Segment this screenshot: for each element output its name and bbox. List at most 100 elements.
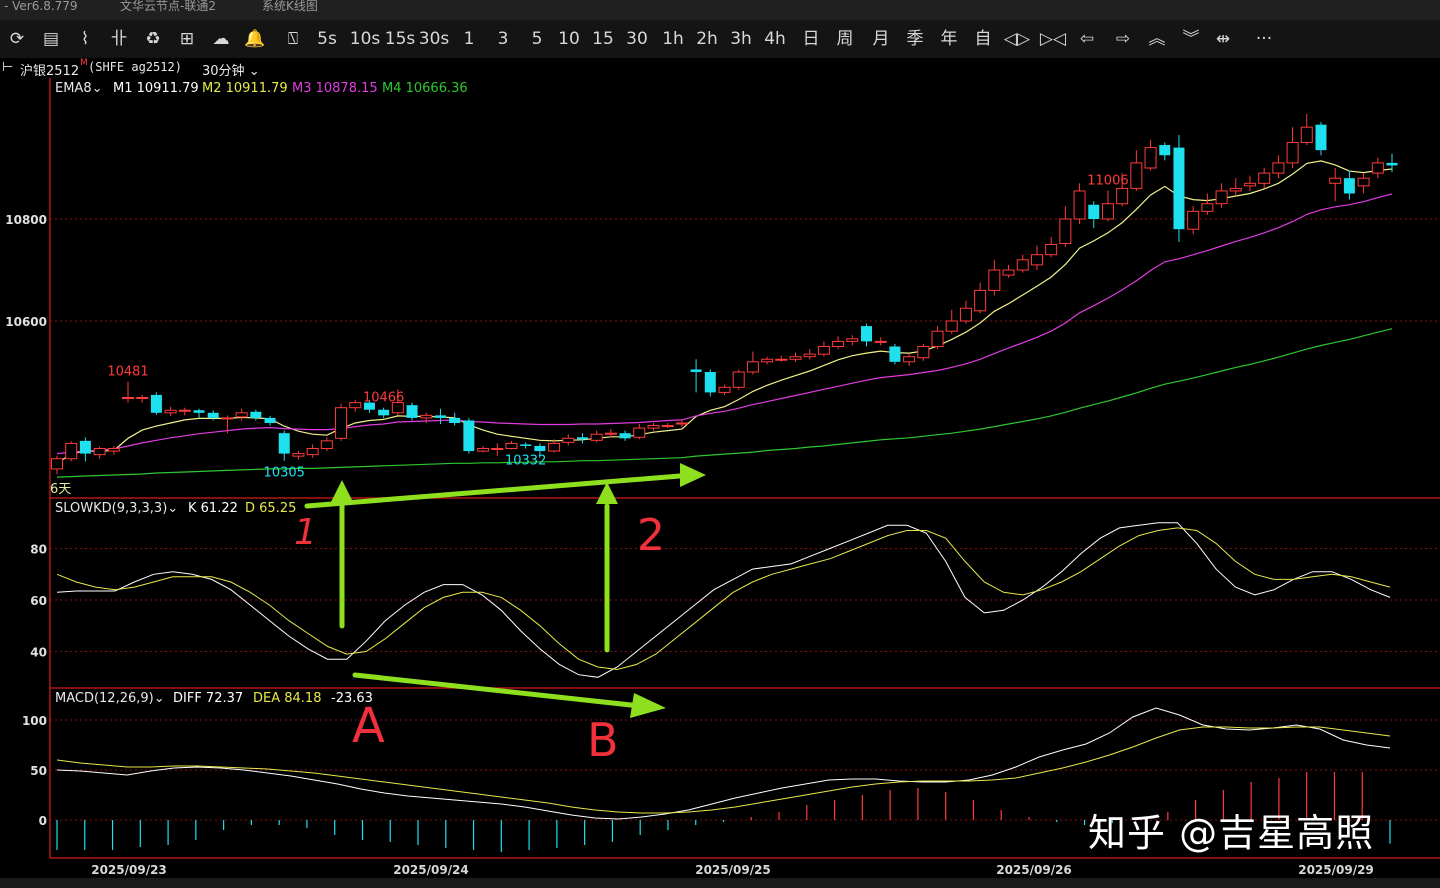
annotation-arrowhead-up	[331, 480, 353, 502]
candle-body	[51, 458, 63, 470]
server-name: 文华云节点-联通2	[120, 0, 216, 13]
candle-body	[974, 289, 987, 312]
more-icon[interactable]: ···	[1244, 28, 1284, 50]
candle-body	[520, 444, 532, 446]
period-button-3[interactable]: 3	[488, 28, 518, 50]
period-button-10s[interactable]: 10s	[345, 28, 385, 50]
ema-m1-value: M1 10911.79	[113, 81, 199, 96]
period-button-1[interactable]: 1	[454, 28, 484, 50]
toolbar: ⟳ ▤ ⌇ 卝 ♻ ⊞ ☁ 🔔 ⍂ 5s 10s 15s 30s 1 3 5 10 15 30 1h 2h 3h 4h 日周月…	[0, 20, 1440, 58]
candle-body	[1243, 182, 1256, 187]
period-button-季[interactable]: 季	[900, 28, 930, 50]
candle-body	[789, 356, 802, 360]
macd-indicator-name: MACD(12,26,9)⌄	[55, 691, 165, 706]
table-icon[interactable]: ⊞	[172, 28, 202, 50]
kd-line-d	[56, 527, 1391, 671]
candle-body	[1101, 203, 1114, 220]
line-chart-icon[interactable]: ⌇	[70, 28, 100, 50]
y-tick-label: 100	[22, 714, 47, 728]
candle-body	[1059, 218, 1072, 244]
chart-area[interactable]: 10600 10800 10481 10305 10466 10332 11006 EMA8⌄…	[0, 78, 1440, 878]
arrow-right-icon[interactable]: ⇨	[1108, 28, 1138, 50]
candle-body	[761, 358, 774, 363]
price-label-high: 10466	[363, 391, 404, 406]
annotation-label-2: 2	[637, 510, 665, 561]
annotation-label-1: 1	[294, 512, 317, 553]
annotation-label-b: B	[587, 713, 619, 767]
candle-body	[164, 409, 177, 414]
period-button-1h[interactable]: 1h	[658, 28, 688, 50]
period-button-年[interactable]: 年	[934, 28, 964, 50]
candle-body	[1386, 162, 1398, 166]
x-tick-label: 2025/09/29	[1298, 863, 1374, 877]
arrow-down-icon[interactable]: ︾	[1176, 28, 1206, 50]
candle-body	[221, 417, 234, 420]
period-button-2h[interactable]: 2h	[692, 28, 722, 50]
candle-body	[463, 420, 475, 452]
candle-body	[718, 386, 731, 393]
ema-indicator-name: EMA8⌄	[55, 81, 103, 96]
arrow-up-icon[interactable]: ︽	[1142, 28, 1172, 50]
period-button-日[interactable]: 日	[796, 28, 826, 50]
chevron-down-icon: ⌄	[248, 64, 260, 79]
candle-body	[1329, 177, 1342, 184]
annotation-label-a: A	[352, 698, 385, 754]
candle-body	[534, 445, 546, 452]
candle-body	[576, 437, 588, 440]
arrow-left-icon[interactable]: ⇦	[1072, 28, 1102, 50]
candle-body	[732, 371, 745, 388]
price-label-high: 11006	[1087, 173, 1128, 188]
period-button-30[interactable]: 30	[622, 28, 652, 50]
annotation-arrowhead-right	[630, 693, 666, 718]
candle-body	[746, 361, 759, 373]
period-button-4h[interactable]: 4h	[760, 28, 790, 50]
y-tick-label: 80	[30, 543, 47, 557]
candle-body	[619, 433, 631, 439]
macd-dea-value: DEA 84.18	[253, 691, 321, 706]
period-button-30s[interactable]: 30s	[414, 28, 454, 50]
period-button-自[interactable]: 自	[968, 28, 998, 50]
annotation-arrow-bottom	[352, 672, 643, 709]
app-version: - Ver6.8.779	[4, 0, 78, 13]
candlestick-icon[interactable]: 卝	[104, 28, 134, 50]
candle-body	[903, 356, 916, 363]
zoom-in-icon[interactable]: ▷◁	[1038, 28, 1068, 50]
day-count-label: 6天	[50, 482, 71, 497]
symbol-name[interactable]: 沪银2512	[20, 60, 79, 79]
y-tick-label: 10600	[5, 315, 47, 329]
period-button-周[interactable]: 周	[830, 28, 860, 50]
candle-body	[1286, 142, 1299, 164]
cloud-icon[interactable]: ☁	[206, 28, 236, 50]
candle-body	[661, 425, 674, 428]
candle-body	[1315, 124, 1327, 151]
bell-icon[interactable]: 🔔	[240, 28, 270, 50]
annotation-arrowhead-right	[680, 463, 706, 487]
list-icon[interactable]: ▤	[36, 28, 66, 50]
candle-body	[136, 397, 149, 399]
candle-body	[988, 269, 1001, 291]
ema-m4-value: M4 10666.36	[382, 81, 468, 96]
fx-icon[interactable]: ♻	[138, 28, 168, 50]
candle-body	[1272, 162, 1285, 174]
y-tick-label: 60	[30, 594, 47, 608]
period-button-月[interactable]: 月	[866, 28, 896, 50]
candle-body	[449, 417, 461, 423]
chart-box-icon[interactable]: ⍂	[278, 28, 308, 50]
symbol-bar: ⊢ 沪银2512 M (SHFE ag2512) 30分钟 ⌄	[0, 58, 1440, 79]
candle-body	[505, 442, 518, 449]
candle-body	[1357, 177, 1370, 187]
period-button-5[interactable]: 5	[522, 28, 552, 50]
period-button-15[interactable]: 15	[588, 28, 618, 50]
crosshair-icon[interactable]: ⇹	[1208, 28, 1238, 50]
main-contract-badge: M	[80, 58, 88, 68]
collapse-icon[interactable]: ⊢	[2, 60, 13, 75]
candle-body	[1030, 254, 1043, 266]
refresh-icon[interactable]: ⟳	[2, 28, 32, 50]
candle-body	[320, 440, 333, 450]
period-select[interactable]: 30分钟 ⌄	[202, 60, 260, 79]
zoom-out-icon[interactable]: ◁▷	[1002, 28, 1032, 50]
period-button-5s[interactable]: 5s	[312, 28, 342, 50]
period-button-10[interactable]: 10	[554, 28, 584, 50]
period-button-3h[interactable]: 3h	[726, 28, 756, 50]
candle-body	[1300, 126, 1313, 144]
